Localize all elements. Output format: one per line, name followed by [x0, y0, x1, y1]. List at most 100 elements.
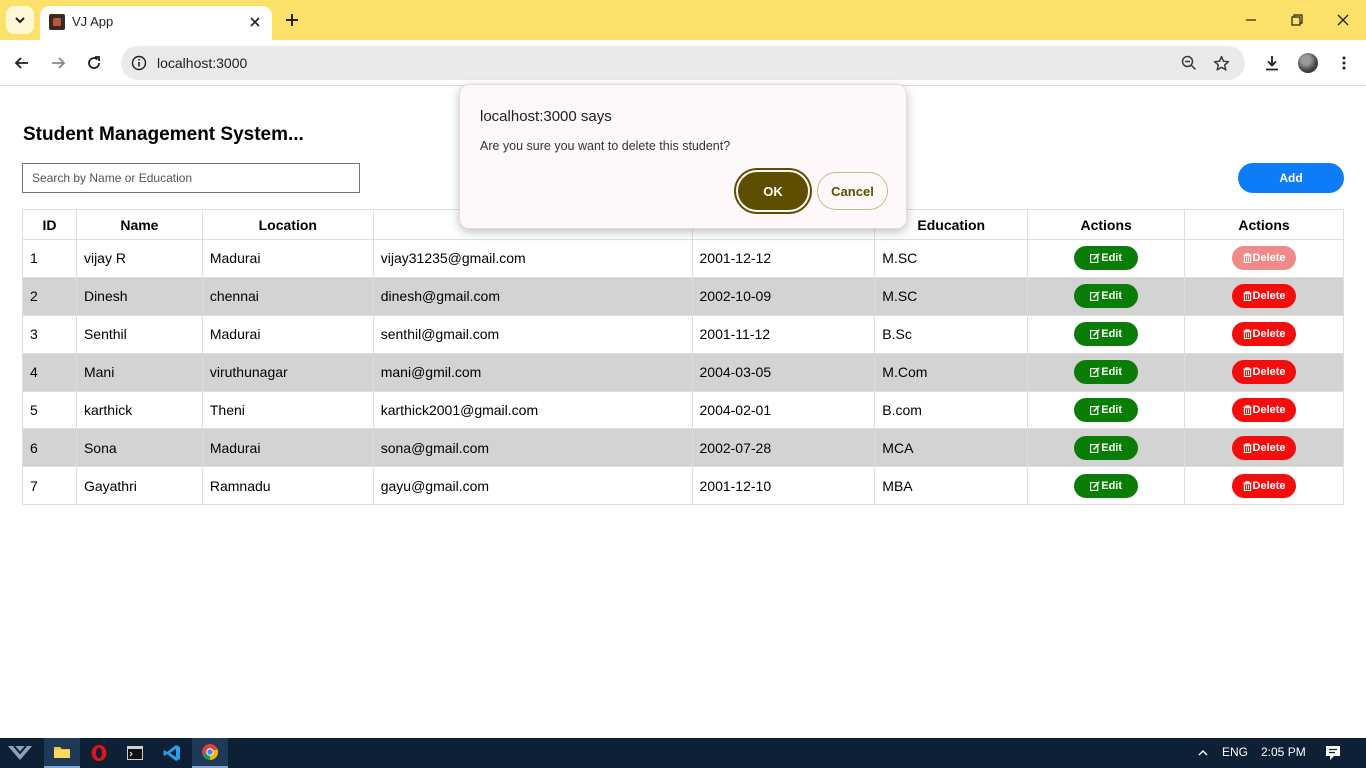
cell-education: M.Com: [874, 352, 1029, 392]
restore-button[interactable]: [1282, 8, 1312, 32]
notifications-button[interactable]: [1316, 738, 1350, 768]
reload-button[interactable]: [81, 50, 107, 76]
delete-label: Delete: [1252, 366, 1286, 379]
cell-edit-action: Edit: [1027, 428, 1186, 468]
delete-button[interactable]: Delete: [1232, 246, 1297, 271]
chrome-taskbar-button[interactable]: [192, 738, 228, 768]
trash-icon: [1243, 367, 1252, 378]
edit-button[interactable]: Edit: [1074, 360, 1139, 385]
url-text[interactable]: localhost:3000: [157, 55, 247, 71]
plus-icon: [286, 14, 298, 26]
cell-email: senthil@gmail.com: [372, 314, 693, 354]
start-button[interactable]: [2, 738, 38, 768]
cell-education: M.SC: [874, 239, 1029, 278]
cell-id: 4: [22, 352, 77, 392]
terminal-taskbar-button[interactable]: [117, 738, 153, 768]
vscode-taskbar-button[interactable]: [154, 738, 190, 768]
edit-button[interactable]: Edit: [1074, 322, 1139, 347]
browser-menu-button[interactable]: [1331, 50, 1357, 76]
edit-label: Edit: [1101, 290, 1123, 303]
start-logo-icon: [8, 745, 32, 760]
cancel-button[interactable]: Cancel: [817, 172, 888, 210]
delete-button[interactable]: Delete: [1232, 322, 1297, 347]
delete-label: Delete: [1252, 404, 1286, 416]
terminal-icon: [127, 746, 143, 760]
opera-icon: [91, 745, 107, 761]
cell-dob: 2004-02-01: [691, 390, 876, 430]
cell-location: chennai: [201, 276, 374, 316]
delete-button[interactable]: Delete: [1232, 473, 1297, 498]
table-row: 3 Senthil Madurai senthil@gmail.com 2001-11-…: [22, 314, 1344, 354]
site-info-button[interactable]: [129, 53, 149, 73]
show-hidden-icons-button[interactable]: [1187, 738, 1219, 768]
edit-button[interactable]: Edit: [1074, 284, 1139, 309]
close-window-button[interactable]: [1328, 8, 1358, 32]
edit-icon: [1090, 253, 1100, 264]
ok-button[interactable]: OK: [736, 170, 810, 212]
trash-icon: [1243, 405, 1252, 415]
delete-button[interactable]: Delete: [1232, 435, 1297, 460]
cell-delete-action: Delete: [1184, 276, 1344, 316]
cell-edit-action: Edit: [1027, 314, 1186, 354]
tab-close-button[interactable]: [246, 13, 264, 31]
new-tab-button[interactable]: [280, 8, 304, 32]
edit-button[interactable]: Edit: [1074, 435, 1139, 460]
table-row: 6 Sona Madurai sona@gmail.com 2002-07-28 MCA E…: [22, 428, 1344, 468]
table-row: 7 Gayathri Ramnadu gayu@gmail.com 2001-12-10…: [22, 466, 1344, 506]
zoom-button[interactable]: [1179, 53, 1199, 73]
cell-email: gayu@gmail.com: [372, 466, 693, 506]
header-actions-delete: Actions: [1184, 209, 1344, 240]
cell-email: vijay31235@gmail.com: [372, 239, 693, 278]
students-table: ID Name Location Education Actions Actio…: [22, 209, 1344, 506]
cell-id: 5: [22, 390, 77, 430]
downloads-button[interactable]: [1259, 50, 1285, 76]
delete-button[interactable]: Delete: [1232, 360, 1297, 385]
cell-dob: 2002-10-09: [691, 276, 876, 316]
language-indicator[interactable]: ENG: [1222, 745, 1248, 759]
browser-tab[interactable]: VJ App: [40, 6, 272, 40]
cell-location: viruthunagar: [201, 352, 374, 392]
minimize-button[interactable]: [1236, 8, 1266, 32]
cell-name: vijay R: [75, 239, 203, 278]
edit-button[interactable]: Edit: [1074, 246, 1139, 271]
search-input[interactable]: [22, 163, 360, 193]
forward-button[interactable]: [45, 50, 71, 76]
cell-dob: 2001-12-12: [691, 239, 876, 278]
table-row: 2 Dinesh chennai dinesh@gmail.com 2002-10-09…: [22, 276, 1344, 316]
back-button[interactable]: [9, 50, 35, 76]
dialog-title: localhost:3000 says: [480, 108, 612, 125]
file-explorer-taskbar-button[interactable]: [44, 738, 80, 768]
trash-icon: [1243, 291, 1252, 302]
windows-taskbar: ENG 2:05 PM: [0, 738, 1366, 768]
cell-location: Madurai: [201, 428, 374, 468]
reload-icon: [88, 56, 100, 69]
cell-location: Theni: [201, 390, 374, 430]
add-student-button[interactable]: Add: [1238, 163, 1344, 193]
cell-id: 1: [22, 239, 77, 278]
cell-delete-action: Delete: [1184, 352, 1344, 392]
edit-label: Edit: [1101, 328, 1123, 341]
cell-education: B.Sc: [874, 314, 1029, 354]
edit-button[interactable]: Edit: [1074, 398, 1139, 422]
delete-button[interactable]: Delete: [1232, 284, 1297, 309]
vscode-icon: [163, 745, 180, 761]
tab-search-button[interactable]: [6, 6, 34, 34]
clock[interactable]: 2:05 PM: [1261, 745, 1306, 759]
cell-email: karthick2001@gmail.com: [372, 390, 693, 430]
profile-button[interactable]: [1295, 50, 1321, 76]
folder-icon: [54, 747, 70, 758]
browser-toolbar: localhost:3000: [0, 40, 1366, 86]
opera-taskbar-button[interactable]: [81, 738, 117, 768]
delete-button[interactable]: Delete: [1232, 398, 1297, 422]
cell-education: MBA: [874, 466, 1029, 506]
delete-label: Delete: [1252, 328, 1286, 341]
trash-icon: [1243, 253, 1252, 264]
arrow-left-icon: [14, 57, 28, 69]
header-location: Location: [201, 209, 374, 240]
edit-button[interactable]: Edit: [1074, 473, 1139, 498]
dialog-message: Are you sure you want to delete this stu…: [480, 139, 731, 153]
bookmark-button[interactable]: [1211, 53, 1231, 73]
edit-icon: [1090, 329, 1100, 340]
cell-id: 2: [22, 276, 77, 316]
address-bar[interactable]: localhost:3000: [121, 46, 1245, 80]
